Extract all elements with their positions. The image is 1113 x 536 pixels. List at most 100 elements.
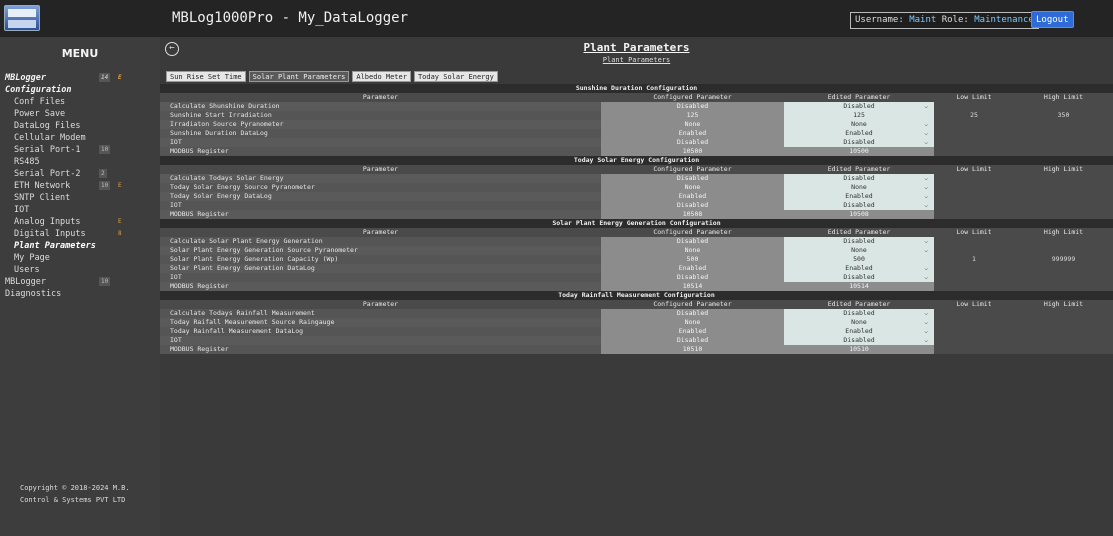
- role-value: Maintenance: [974, 15, 1034, 25]
- role-label: Role:: [941, 15, 969, 25]
- chevron-down-icon: ⌵: [924, 337, 928, 344]
- edited-select[interactable]: Enabled ⌵: [784, 327, 934, 336]
- tab-sun-rise-set-time[interactable]: Sun Rise Set Time: [166, 71, 246, 82]
- column-header: Low Limit: [956, 228, 992, 236]
- sidebar-item-eth-network[interactable]: ETH Network 10 E: [0, 180, 160, 192]
- edited-select[interactable]: Disabled ⌵: [784, 102, 934, 111]
- column-header: Edited Parameter: [827, 93, 891, 101]
- configured-value: Enabled: [601, 192, 784, 201]
- table-row: MODBUS Register 10500 10500: [160, 147, 1113, 156]
- edited-input: 10510: [784, 345, 934, 354]
- configured-value: 500: [601, 255, 784, 264]
- edited-select[interactable]: Disabled ⌵: [784, 174, 934, 183]
- sidebar-item-sntp-client[interactable]: SNTP Client: [0, 192, 160, 204]
- edited-value: Enabled: [845, 129, 873, 137]
- parameter-name: Sunshine Duration DataLog: [160, 129, 601, 138]
- high-limit: [1014, 327, 1113, 336]
- column-header: Parameter: [362, 93, 399, 101]
- sidebar-item-mblogger[interactable]: MBLogger 10: [0, 276, 160, 288]
- edited-select[interactable]: None ⌵: [784, 183, 934, 192]
- logout-button[interactable]: Logout: [1031, 11, 1074, 28]
- edited-select[interactable]: Enabled ⌵: [784, 192, 934, 201]
- table-row: Solar Plant Energy Generation Capacity (…: [160, 255, 1113, 264]
- low-limit: [934, 192, 1014, 201]
- parameter-name: Calculate Shunshine Duration: [160, 102, 601, 111]
- configured-value: None: [601, 318, 784, 327]
- low-limit: [934, 174, 1014, 183]
- parameter-name: IOT: [160, 336, 601, 345]
- sidebar-item-serial-port-2[interactable]: Serial Port-2 2: [0, 168, 160, 180]
- sidebar-item-power-save[interactable]: Power Save: [0, 108, 160, 120]
- edited-input[interactable]: 500: [784, 255, 934, 264]
- sidebar-item-conf-files[interactable]: Conf Files: [0, 96, 160, 108]
- chevron-down-icon: ⌵: [924, 103, 928, 110]
- edited-select[interactable]: Disabled ⌵: [784, 336, 934, 345]
- sidebar-item-label: DataLog Files: [14, 121, 81, 131]
- edited-value: None: [851, 120, 867, 128]
- sidebar-item-badge: E: [118, 182, 122, 189]
- edited-select[interactable]: Enabled ⌵: [784, 129, 934, 138]
- sidebar-item-label: Serial Port-2: [14, 169, 81, 179]
- configured-value: Disabled: [601, 138, 784, 147]
- edited-input[interactable]: 125: [784, 111, 934, 120]
- parameter-name: Irradiaton Source Pyranometer: [160, 120, 601, 129]
- parameter-name: MODBUS Register: [160, 282, 601, 291]
- parameter-name: MODBUS Register: [160, 345, 601, 354]
- column-header: Parameter: [362, 300, 399, 308]
- edited-select[interactable]: Disabled ⌵: [784, 138, 934, 147]
- sidebar-item-diagnostics[interactable]: Diagnostics: [0, 288, 160, 300]
- edited-select[interactable]: Enabled ⌵: [784, 264, 934, 273]
- sidebar-item-mblogger: MBLogger 14 E: [0, 72, 160, 84]
- sidebar-item-digital-inputs[interactable]: Digital Inputs 8: [0, 228, 160, 240]
- low-limit: [934, 237, 1014, 246]
- chevron-down-icon: ⌵: [924, 265, 928, 272]
- edited-select[interactable]: None ⌵: [784, 318, 934, 327]
- tab-today-solar-energy[interactable]: Today Solar Energy: [413, 71, 498, 82]
- edited-select[interactable]: Disabled ⌵: [784, 273, 934, 282]
- tab-albedo-meter[interactable]: Albedo Meter: [352, 71, 411, 82]
- edited-select[interactable]: None ⌵: [784, 246, 934, 255]
- sidebar-item-plant-parameters[interactable]: Plant Parameters: [0, 240, 160, 252]
- breadcrumb[interactable]: Plant Parameters: [160, 56, 1113, 64]
- column-header: Configured Parameter: [653, 165, 732, 173]
- chevron-down-icon: ⌵: [924, 310, 928, 317]
- low-limit: [934, 327, 1014, 336]
- chevron-down-icon: ⌵: [924, 319, 928, 326]
- parameter-name: Calculate Todays Rainfall Measurement: [160, 309, 601, 318]
- section-title: Today Solar Energy Configuration: [160, 156, 1113, 165]
- chevron-down-icon: ⌵: [924, 202, 928, 209]
- edited-select[interactable]: None ⌵: [784, 120, 934, 129]
- sidebar-item-datalog-files[interactable]: DataLog Files: [0, 120, 160, 132]
- sidebar-item-users[interactable]: Users: [0, 264, 160, 276]
- low-limit: [934, 309, 1014, 318]
- sidebar-item-rs485[interactable]: RS485: [0, 156, 160, 168]
- column-header: Edited Parameter: [827, 300, 891, 308]
- high-limit: [1014, 273, 1113, 282]
- low-limit: [934, 138, 1014, 147]
- low-limit: [934, 102, 1014, 111]
- edited-value: Disabled: [843, 336, 875, 344]
- edited-select[interactable]: Disabled ⌵: [784, 201, 934, 210]
- chevron-down-icon: ⌵: [924, 121, 928, 128]
- configured-value: Disabled: [601, 309, 784, 318]
- sidebar-item-cellular-modem[interactable]: Cellular Modem: [0, 132, 160, 144]
- high-limit: [1014, 102, 1113, 111]
- configured-value: Disabled: [601, 102, 784, 111]
- sidebar-item-label: Digital Inputs: [14, 229, 86, 239]
- sidebar-item-badge: 8: [118, 230, 122, 237]
- sidebar-item-my-page[interactable]: My Page: [0, 252, 160, 264]
- tab-bar: Sun Rise Set Time Solar Plant Parameters A…: [166, 71, 498, 82]
- chevron-down-icon: ⌵: [924, 328, 928, 335]
- parameter-name: MODBUS Register: [160, 147, 601, 156]
- parameters-table: Sunshine Duration Configuration Parameter…: [160, 84, 1113, 354]
- high-limit: [1014, 147, 1113, 156]
- sidebar-item-analog-inputs[interactable]: Analog Inputs E: [0, 216, 160, 228]
- high-limit: [1014, 336, 1113, 345]
- edited-select[interactable]: Disabled ⌵: [784, 237, 934, 246]
- sidebar-item-label: Serial Port-1: [14, 145, 81, 155]
- sidebar-item-iot[interactable]: IOT: [0, 204, 160, 216]
- table-row: IOT Disabled Disabled ⌵: [160, 336, 1113, 345]
- edited-select[interactable]: Disabled ⌵: [784, 309, 934, 318]
- tab-solar-plant-parameters[interactable]: Solar Plant Parameters: [248, 71, 350, 82]
- sidebar-item-serial-port-1[interactable]: Serial Port-1 10: [0, 144, 160, 156]
